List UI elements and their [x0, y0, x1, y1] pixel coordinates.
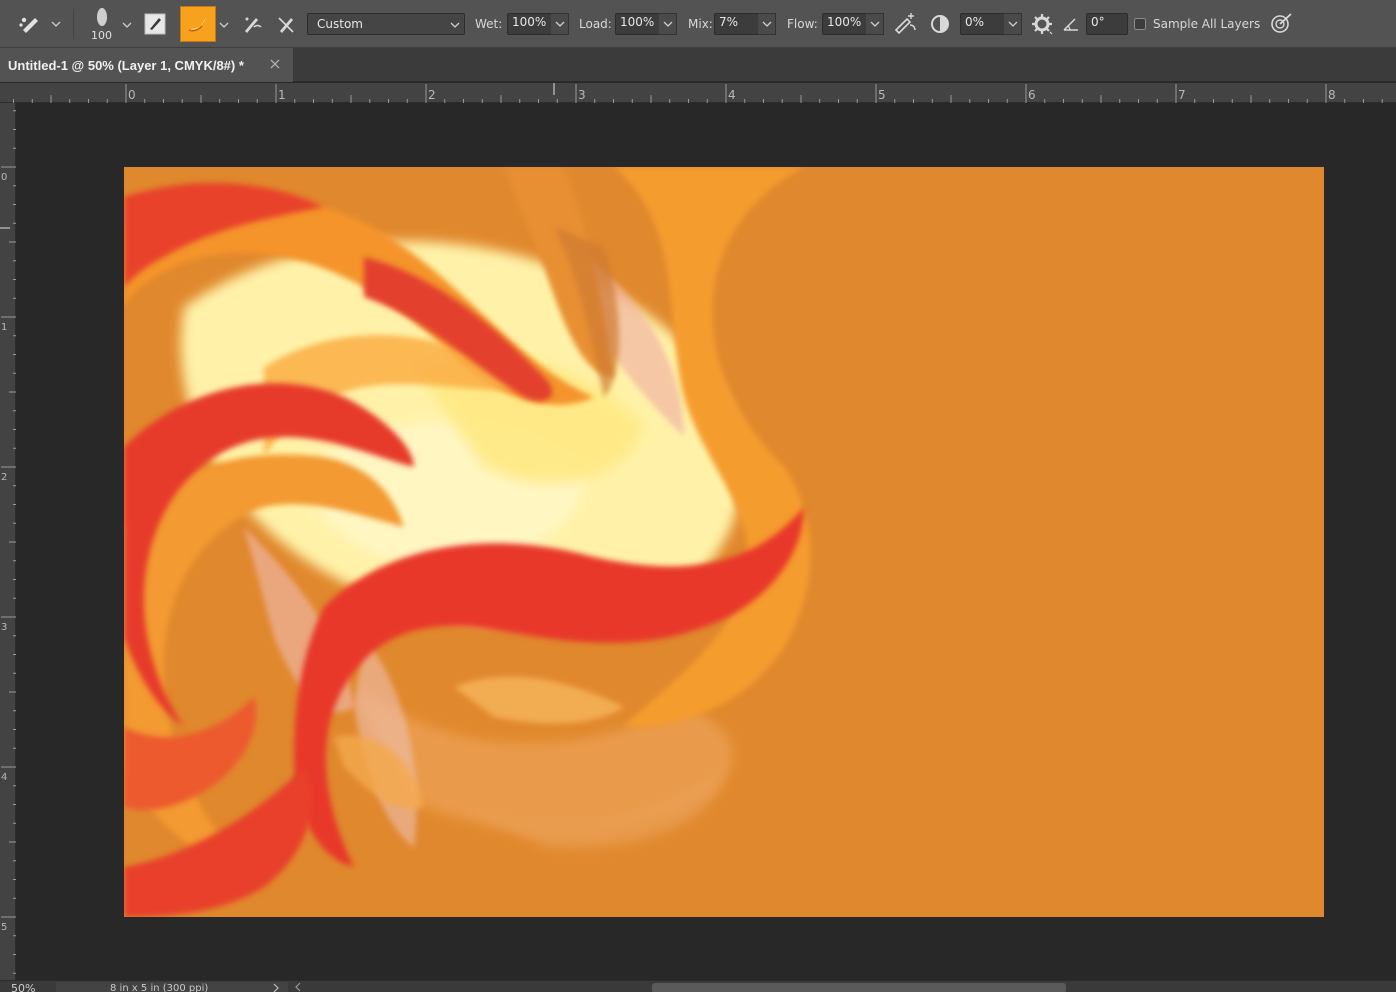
brush-settings-button[interactable]	[143, 12, 167, 36]
flow-field[interactable]: 100%	[822, 13, 867, 35]
vertical-ruler-ticks: 0 1 2 3 4 5	[0, 110, 16, 974]
scroll-left-icon[interactable]	[294, 982, 302, 992]
chevron-down-icon	[762, 21, 771, 27]
angle-icon-wrap	[1060, 14, 1082, 34]
ruler-label: 0	[128, 88, 136, 102]
chevron-down-icon	[663, 21, 672, 27]
ruler-label: 8	[1328, 88, 1336, 102]
current-brush-load-swatch[interactable]	[180, 6, 216, 42]
flow-dropdown[interactable]	[866, 13, 884, 35]
chevron-down-icon	[1008, 21, 1017, 27]
load-label: Load:	[579, 17, 612, 31]
wet-value: 100%	[512, 15, 547, 29]
ruler-label: 3	[578, 88, 586, 102]
chevron-down-icon	[122, 22, 132, 28]
pressure-pen-icon	[1271, 13, 1292, 33]
chevron-down-icon	[450, 22, 460, 28]
ruler-label: 5	[878, 88, 886, 102]
flow-value: 100%	[827, 15, 862, 29]
load-field[interactable]: 100%	[615, 13, 660, 35]
angle-value: 0°	[1091, 15, 1105, 29]
separator	[73, 9, 74, 39]
sample-all-layers-checkbox[interactable]	[1134, 18, 1146, 30]
smoothing-field[interactable]: 0%	[960, 13, 1005, 35]
smoothing-icon	[931, 15, 949, 33]
wet-field[interactable]: 100%	[507, 13, 552, 35]
mixer-preset-value: Custom	[317, 17, 363, 31]
mix-dropdown[interactable]	[758, 13, 776, 35]
ruler-label: 0	[1, 172, 7, 183]
load-brush-after-stroke-toggle[interactable]	[240, 12, 264, 36]
clean-brush-after-stroke-icon	[278, 17, 294, 33]
ruler-label: 5	[1, 922, 7, 933]
brush-load-icon	[188, 17, 206, 32]
smoothing-options-button[interactable]	[1030, 12, 1054, 36]
options-bar: 100 Custom Wet: 100% Load: 100% Mix: 7% …	[0, 0, 1396, 48]
chevron-down-icon	[219, 22, 229, 28]
ruler-label: 3	[1, 622, 7, 633]
horizontal-ruler-ticks: 0 1 2 3 4 5 6 7 8	[13, 83, 1383, 103]
document-info-box[interactable]: 8 in x 5 in (300 ppi)	[56, 982, 288, 992]
smoothing-toggle[interactable]	[928, 12, 952, 36]
angle-icon	[1063, 18, 1078, 31]
ruler-label: 1	[1, 322, 7, 333]
painted-artwork	[124, 167, 811, 917]
sample-all-layers-label: Sample All Layers	[1153, 17, 1261, 31]
mix-field[interactable]: 7%	[714, 13, 759, 35]
document-tab-bar: Untitled-1 @ 50% (Layer 1, CMYK/8#) *	[0, 48, 1396, 82]
airbrush-toggle[interactable]	[892, 12, 918, 36]
angle-field[interactable]: 0°	[1086, 13, 1128, 35]
status-bar: 50% 8 in x 5 in (300 ppi)	[0, 980, 1396, 992]
mixer-brush-tool-icon	[19, 17, 38, 33]
document-canvas[interactable]	[124, 167, 1324, 917]
horizontal-scrollbar-thumb[interactable]	[652, 983, 1066, 992]
horizontal-ruler[interactable]: 0 1 2 3 4 5 6 7 8	[0, 83, 1396, 103]
document-tab-title: Untitled-1 @ 50% (Layer 1, CMYK/8#) *	[8, 57, 244, 73]
load-dropdown[interactable]	[659, 13, 677, 35]
document-tab[interactable]: Untitled-1 @ 50% (Layer 1, CMYK/8#) *	[0, 48, 293, 82]
wet-label: Wet:	[475, 17, 503, 31]
load-brush-after-stroke-icon	[245, 17, 262, 33]
zoom-level[interactable]: 50%	[11, 983, 35, 992]
pressure-size-toggle[interactable]	[1268, 12, 1294, 36]
ruler-label: 6	[1028, 88, 1036, 102]
close-icon[interactable]	[268, 57, 282, 71]
smoothing-dropdown[interactable]	[1004, 13, 1022, 35]
document-size-info: 8 in x 5 in (300 ppi)	[110, 983, 209, 992]
ruler-label: 2	[1, 472, 7, 483]
ruler-label: 4	[728, 88, 736, 102]
tool-preset-picker[interactable]	[12, 10, 66, 38]
ruler-label: 1	[278, 88, 286, 102]
chevron-down-icon	[870, 21, 879, 27]
chevron-down-icon	[555, 21, 564, 27]
vertical-ruler[interactable]: 0 1 2 3 4 5	[0, 103, 16, 980]
load-value: 100%	[620, 15, 655, 29]
mixer-preset-select[interactable]: Custom	[307, 13, 465, 35]
flow-label: Flow:	[787, 17, 818, 31]
wet-dropdown[interactable]	[551, 13, 569, 35]
mix-label: Mix:	[688, 17, 713, 31]
brush-preset-picker[interactable]: 100	[84, 6, 134, 44]
mix-value: 7%	[719, 15, 739, 29]
settings-gear-icon	[1032, 14, 1053, 35]
ruler-label: 2	[428, 88, 436, 102]
brush-settings-icon	[144, 13, 166, 35]
clean-brush-after-stroke-toggle[interactable]	[274, 12, 298, 36]
chevron-down-icon	[51, 21, 61, 27]
ruler-label: 4	[1, 772, 7, 783]
swatch-dropdown[interactable]	[218, 18, 230, 32]
ruler-label: 7	[1178, 88, 1186, 102]
brush-size-label: 100	[91, 29, 112, 42]
chevron-right-icon[interactable]	[272, 983, 280, 992]
smoothing-value: 0%	[965, 15, 985, 29]
airbrush-icon	[894, 13, 916, 35]
brush-tip-icon	[97, 8, 107, 26]
